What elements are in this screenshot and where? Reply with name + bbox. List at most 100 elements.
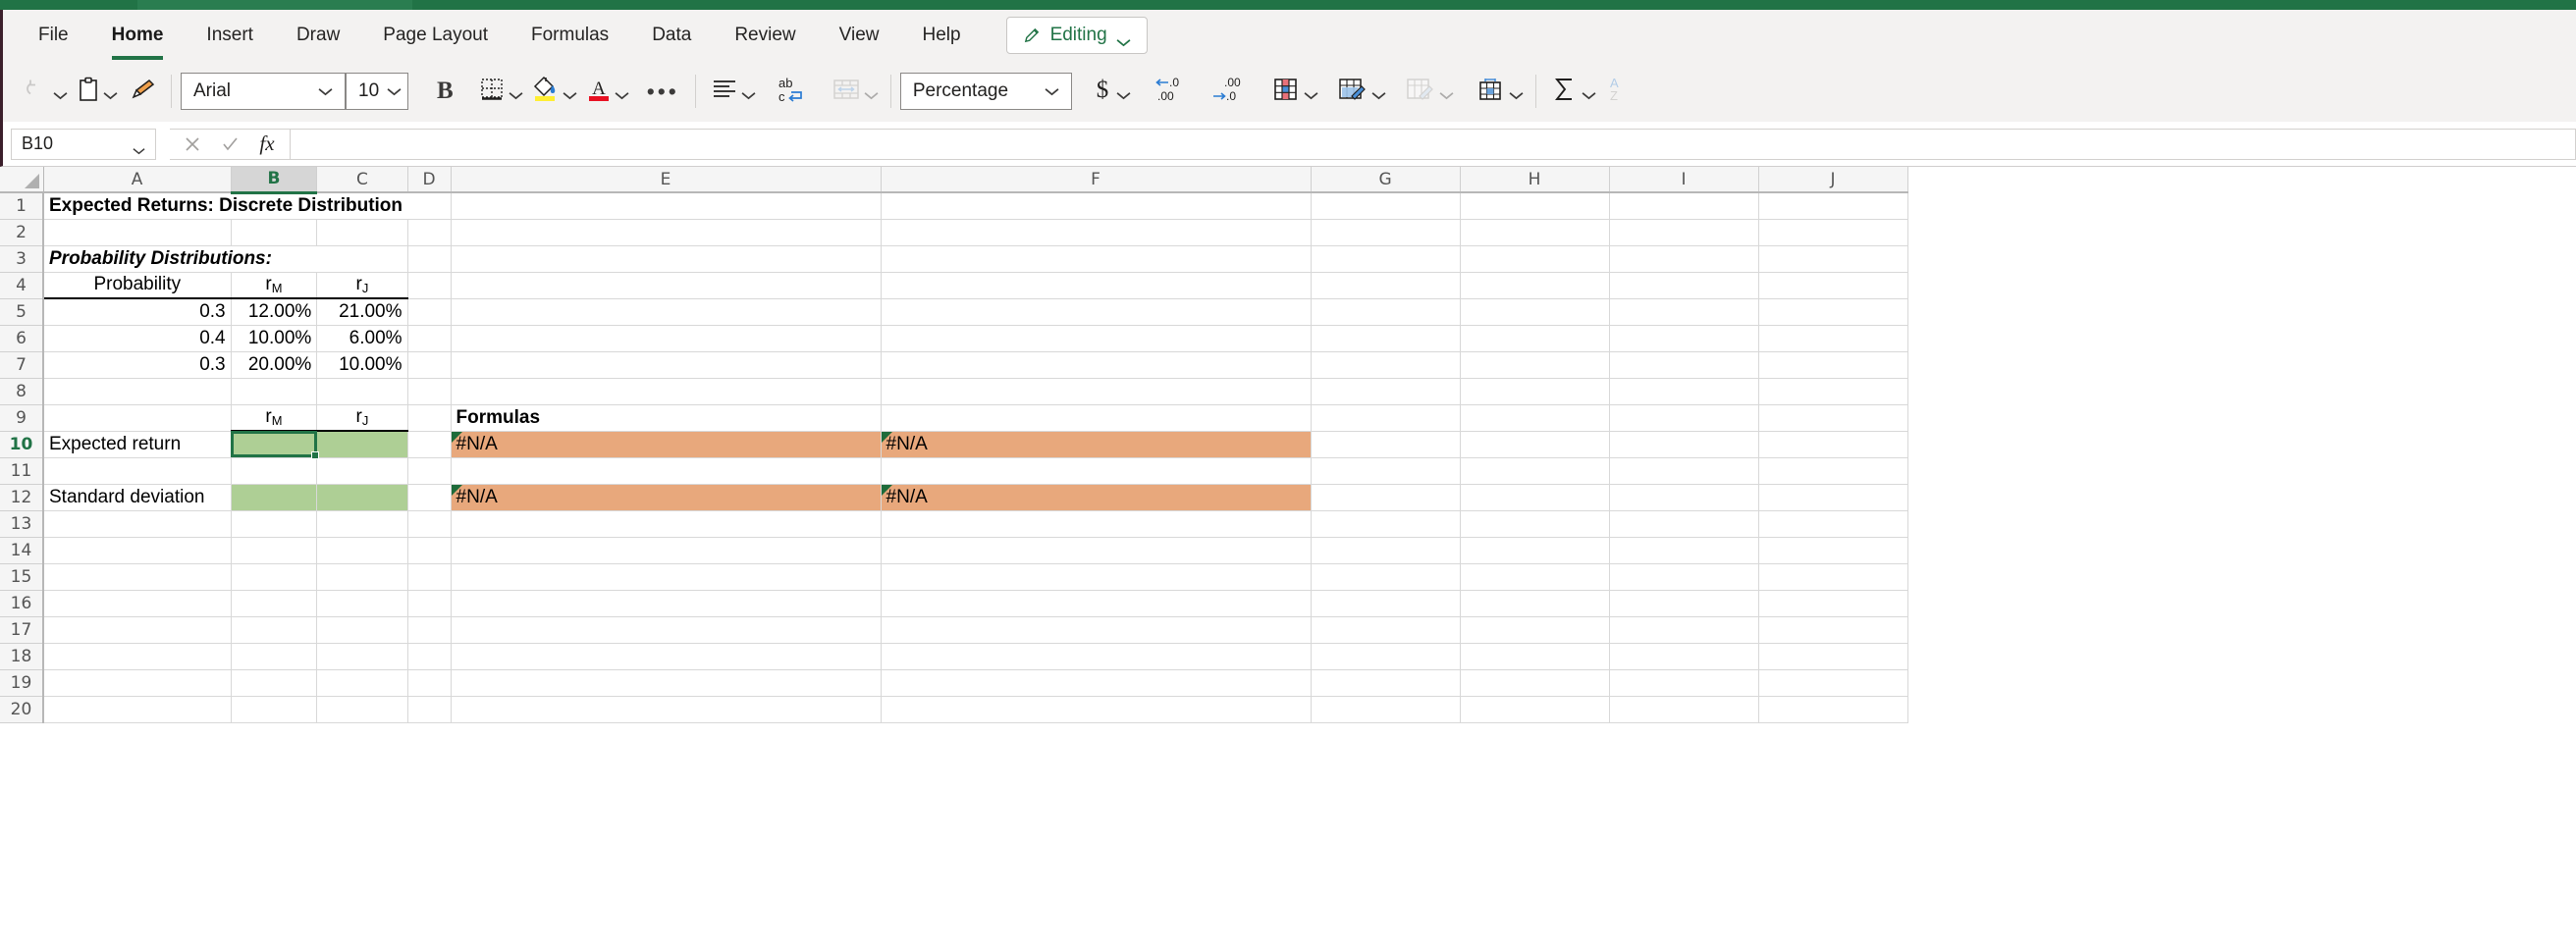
cell-C5[interactable]: 21.00% xyxy=(316,298,408,326)
cell-A6[interactable]: 0.4 xyxy=(43,325,232,352)
column-header-F[interactable]: F xyxy=(881,167,1312,193)
cell-G2[interactable] xyxy=(1311,219,1461,246)
cell-H8[interactable] xyxy=(1460,378,1610,405)
cell-E18[interactable] xyxy=(451,643,882,670)
cell-G9[interactable] xyxy=(1311,404,1461,432)
cell-F9[interactable] xyxy=(881,404,1312,432)
cancel-button[interactable] xyxy=(174,130,211,159)
cell-B2[interactable] xyxy=(231,219,318,246)
chevron-down-icon[interactable] xyxy=(1439,87,1454,99)
cell-F11[interactable] xyxy=(881,457,1312,485)
cell-F7[interactable] xyxy=(881,351,1312,379)
cell-C15[interactable] xyxy=(316,563,408,591)
conditional-formatting-button[interactable] xyxy=(1265,71,1321,112)
cell-C2[interactable] xyxy=(316,219,408,246)
select-all-corner[interactable] xyxy=(0,167,44,193)
cell-C10[interactable] xyxy=(316,431,408,458)
row-header-17[interactable]: 17 xyxy=(0,616,44,644)
cell-C17[interactable] xyxy=(316,616,408,644)
cell-H2[interactable] xyxy=(1460,219,1610,246)
cell-E7[interactable] xyxy=(451,351,882,379)
cell-G1[interactable] xyxy=(1311,192,1461,220)
cell-C12[interactable] xyxy=(316,484,408,511)
cell-D2[interactable] xyxy=(407,219,452,246)
cell-I13[interactable] xyxy=(1609,510,1759,538)
cell-styles-button[interactable] xyxy=(1399,71,1457,112)
cell-H4[interactable] xyxy=(1460,272,1610,299)
cell-G14[interactable] xyxy=(1311,537,1461,564)
cell-I11[interactable] xyxy=(1609,457,1759,485)
chevron-down-icon[interactable] xyxy=(53,87,68,99)
cell-J5[interactable] xyxy=(1758,298,1908,326)
cell-D17[interactable] xyxy=(407,616,452,644)
align-button[interactable] xyxy=(705,71,759,112)
cell-I14[interactable] xyxy=(1609,537,1759,564)
cell-B18[interactable] xyxy=(231,643,318,670)
cell-H12[interactable] xyxy=(1460,484,1610,511)
cell-I9[interactable] xyxy=(1609,404,1759,432)
cell-J2[interactable] xyxy=(1758,219,1908,246)
column-header-B[interactable]: B xyxy=(231,167,318,194)
cell-C19[interactable] xyxy=(316,669,408,697)
cell-E20[interactable] xyxy=(451,696,882,723)
cell-D6[interactable] xyxy=(407,325,452,352)
cell-F3[interactable] xyxy=(881,245,1312,273)
cell-H9[interactable] xyxy=(1460,404,1610,432)
cell-F10[interactable]: #N/A xyxy=(881,431,1312,458)
cell-A13[interactable] xyxy=(43,510,232,538)
column-header-E[interactable]: E xyxy=(451,167,882,193)
cell-G19[interactable] xyxy=(1311,669,1461,697)
sort-filter-button[interactable]: A Z xyxy=(1599,71,1638,112)
cell-C11[interactable] xyxy=(316,457,408,485)
cell-C16[interactable] xyxy=(316,590,408,617)
cell-C18[interactable] xyxy=(316,643,408,670)
cell-G10[interactable] xyxy=(1311,431,1461,458)
font-color-button[interactable]: A xyxy=(580,71,632,112)
cell-H3[interactable] xyxy=(1460,245,1610,273)
cell-J3[interactable] xyxy=(1758,245,1908,273)
cell-F14[interactable] xyxy=(881,537,1312,564)
cell-I5[interactable] xyxy=(1609,298,1759,326)
cell-B15[interactable] xyxy=(231,563,318,591)
ribbon-tab-insert[interactable]: Insert xyxy=(185,19,275,52)
cell-A5[interactable]: 0.3 xyxy=(43,298,232,326)
chevron-down-icon[interactable] xyxy=(1039,87,1071,96)
cell-A15[interactable] xyxy=(43,563,232,591)
cell-E6[interactable] xyxy=(451,325,882,352)
ribbon-tab-file[interactable]: File xyxy=(17,19,90,52)
column-header-D[interactable]: D xyxy=(407,167,452,193)
cell-A20[interactable] xyxy=(43,696,232,723)
wrap-text-button[interactable]: ab c xyxy=(769,71,816,112)
cell-H6[interactable] xyxy=(1460,325,1610,352)
cell-E8[interactable] xyxy=(451,378,882,405)
cell-I10[interactable] xyxy=(1609,431,1759,458)
cell-E17[interactable] xyxy=(451,616,882,644)
cell-B9[interactable]: rM xyxy=(231,404,318,432)
cell-B6[interactable]: 10.00% xyxy=(231,325,318,352)
cell-D9[interactable] xyxy=(407,404,452,432)
cell-J13[interactable] xyxy=(1758,510,1908,538)
chevron-down-icon[interactable] xyxy=(563,87,577,99)
row-header-13[interactable]: 13 xyxy=(0,510,44,538)
cell-E14[interactable] xyxy=(451,537,882,564)
decrease-decimal-button[interactable]: .0 .00 xyxy=(1148,71,1195,112)
cell-G13[interactable] xyxy=(1311,510,1461,538)
cell-B17[interactable] xyxy=(231,616,318,644)
cell-H19[interactable] xyxy=(1460,669,1610,697)
chevron-down-icon[interactable] xyxy=(381,87,413,96)
autosum-button[interactable] xyxy=(1545,71,1599,112)
cell-J12[interactable] xyxy=(1758,484,1908,511)
cell-A11[interactable] xyxy=(43,457,232,485)
cell-A16[interactable] xyxy=(43,590,232,617)
cell-A12[interactable]: Standard deviation xyxy=(43,484,232,511)
cell-I2[interactable] xyxy=(1609,219,1759,246)
cell-C7[interactable]: 10.00% xyxy=(316,351,408,379)
cell-A18[interactable] xyxy=(43,643,232,670)
ribbon-tab-view[interactable]: View xyxy=(818,19,901,52)
cell-D10[interactable] xyxy=(407,431,452,458)
cell-F12[interactable]: #N/A xyxy=(881,484,1312,511)
merge-cells-button[interactable] xyxy=(826,71,882,112)
cell-G20[interactable] xyxy=(1311,696,1461,723)
cell-G3[interactable] xyxy=(1311,245,1461,273)
cell-H14[interactable] xyxy=(1460,537,1610,564)
